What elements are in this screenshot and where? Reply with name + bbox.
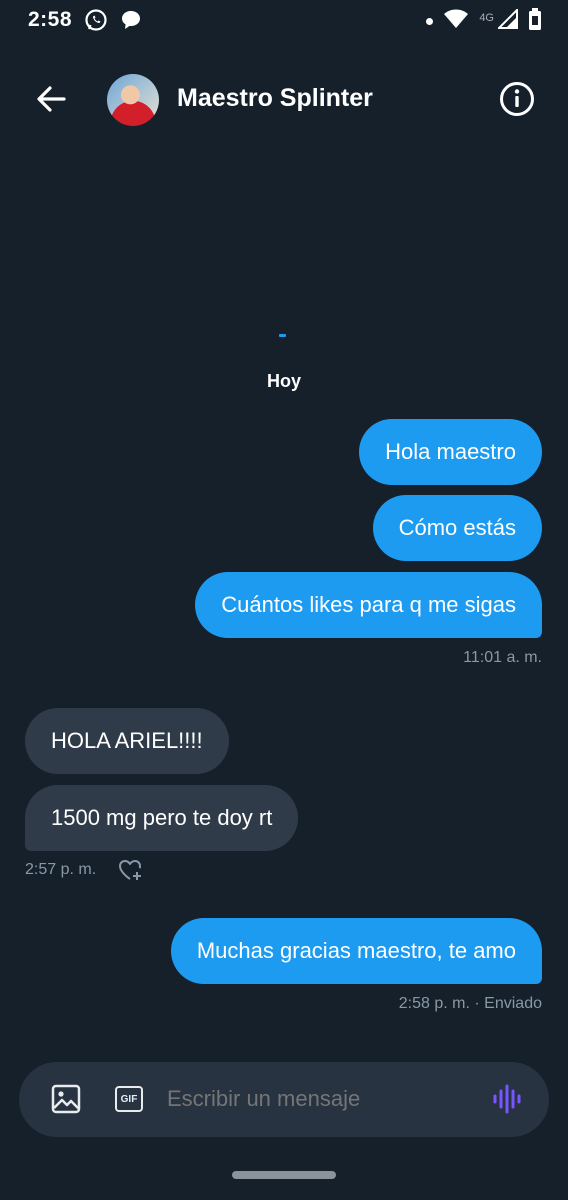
message-timestamp: 2:58 p. m. [398,995,470,1012]
heart-plus-icon [119,860,141,880]
date-divider: Hoy [266,371,301,391]
message-input[interactable] [167,1086,477,1112]
notification-dot-icon [426,18,434,25]
home-indicator[interactable] [232,1171,336,1179]
signal-icon [496,7,518,34]
message-bubble-outgoing[interactable]: Cómo estás [372,495,542,561]
gif-button[interactable]: GIF [115,1086,143,1112]
loading-indicator [279,334,286,337]
message-bubble-incoming[interactable]: 1500 mg pero te doy rt [25,785,299,851]
wifi-icon [443,9,469,34]
info-button[interactable] [499,81,535,117]
battery-icon [528,8,542,35]
chat-bubble-icon [120,9,142,36]
gif-icon: GIF [120,1093,138,1105]
status-icons: 4G [426,7,542,35]
message-bubble-incoming[interactable]: HOLA ARIEL!!!! [25,708,229,774]
image-button[interactable] [51,1084,81,1114]
delivery-status: Enviado [484,995,542,1012]
avatar[interactable] [107,74,159,126]
back-arrow-icon [37,86,66,112]
info-icon [500,82,534,116]
message-timestamp: 2:57 p. m. [25,861,97,878]
message-bubble-outgoing[interactable]: Cuántos likes para q me sigas [195,572,542,638]
message-bubble-outgoing[interactable]: Muchas gracias maestro, te amo [170,918,542,984]
message-bubble-outgoing[interactable]: Hola maestro [359,419,542,485]
voice-message-button[interactable] [492,1083,524,1120]
image-icon [51,1084,81,1114]
like-button[interactable] [118,858,144,887]
voice-wave-icon [493,1084,521,1114]
conversation-title[interactable]: Maestro Splinter [177,84,373,113]
message-status-line: 2:58 p. m. · Enviado [399,995,542,1013]
network-type: 4G [479,11,494,24]
status-time: 2:58 [28,8,73,31]
whatsapp-icon [84,8,108,37]
message-timestamp: 11:01 a. m. [463,649,542,666]
back-button[interactable] [34,82,68,116]
meta-separator: · [474,995,480,1012]
